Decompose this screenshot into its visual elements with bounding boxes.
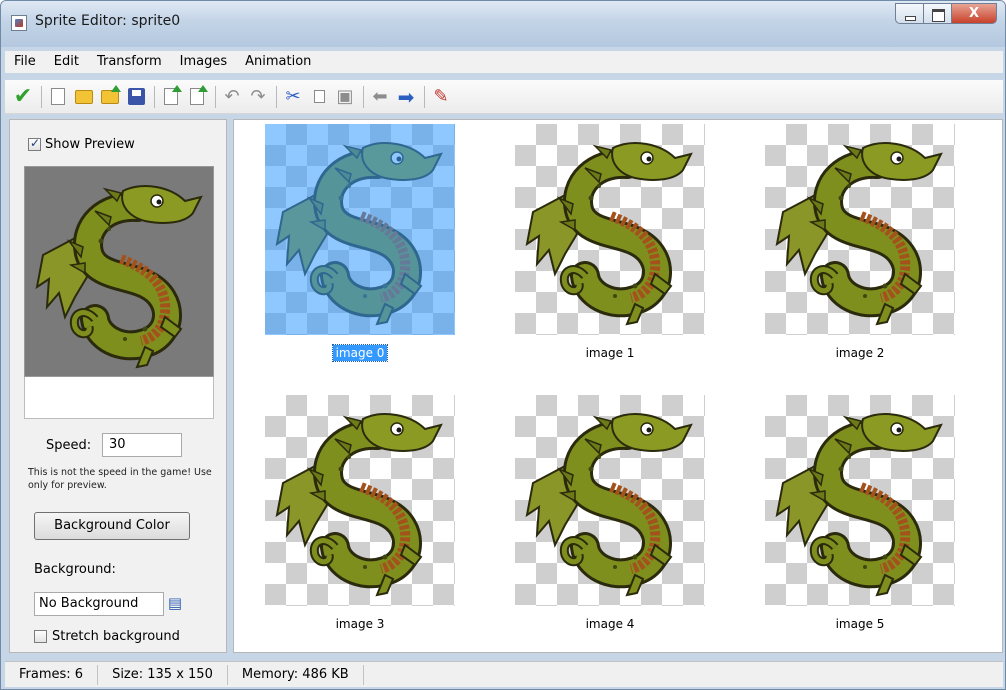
title-bar[interactable]: Sprite Editor: sprite0 X (1, 1, 1005, 47)
menu-images[interactable]: Images (171, 51, 237, 73)
app-icon (11, 15, 27, 31)
image-grid: image 0 image 1 image 2 image 3 image 4 (233, 119, 1003, 653)
image-label[interactable]: image 3 (265, 617, 455, 631)
speed-note: This is not the speed in the game! Use o… (28, 467, 212, 491)
image-cell-0[interactable]: image 0 (265, 124, 455, 362)
new-icon[interactable] (46, 85, 70, 109)
close-button[interactable]: X (951, 3, 997, 24)
image-cell-2[interactable]: image 2 (765, 124, 955, 360)
toolbar-separator (41, 85, 42, 108)
image-thumbnail[interactable] (765, 124, 955, 335)
image-label[interactable]: image 2 (765, 346, 955, 360)
background-picker-icon[interactable]: ▤ (166, 594, 184, 614)
open-add-icon[interactable] (98, 84, 122, 109)
image-label[interactable]: image 4 (515, 617, 705, 631)
image-size: Size: 135 x 150 (98, 664, 228, 685)
show-preview-checkbox[interactable] (28, 136, 41, 151)
preview-scroll-area[interactable] (24, 377, 214, 419)
sprite-editor-window: Sprite Editor: sprite0 X File Edit Trans… (0, 0, 1006, 690)
import-icon[interactable] (159, 84, 183, 109)
background-color-button[interactable]: Background Color (34, 512, 190, 540)
memory-usage: Memory: 486 KB (228, 664, 364, 685)
menu-transform[interactable]: Transform (88, 51, 171, 73)
menu-file[interactable]: File (5, 51, 45, 73)
background-field[interactable]: No Background (34, 592, 164, 616)
window-title: Sprite Editor: sprite0 (35, 13, 181, 29)
image-cell-1[interactable]: image 1 (515, 124, 705, 360)
redo-icon[interactable]: ↷ (246, 85, 270, 109)
open-icon[interactable] (72, 85, 96, 109)
toolbar-separator (215, 85, 216, 108)
image-cell-4[interactable]: image 4 (515, 395, 705, 631)
stretch-background-checkbox[interactable] (34, 630, 47, 643)
toolbar-separator (424, 85, 425, 108)
status-bar: Frames: 6 Size: 135 x 150 Memory: 486 KB (5, 661, 1003, 687)
background-label: Background: (34, 562, 116, 577)
paste-icon[interactable]: ▣ (333, 85, 357, 109)
image-label[interactable]: image 5 (765, 617, 955, 631)
minimize-button[interactable] (895, 3, 923, 24)
dragon-sprite (765, 395, 955, 606)
speed-input[interactable]: 30 (102, 433, 182, 457)
menu-animation[interactable]: Animation (236, 51, 320, 73)
image-label[interactable]: image 0 (265, 344, 455, 362)
edit-pencil-icon[interactable]: ✎ (429, 85, 453, 109)
stretch-background-label: Stretch background (52, 629, 180, 644)
window-controls: X (895, 3, 997, 25)
image-thumbnail[interactable] (265, 395, 455, 606)
save-icon[interactable] (124, 85, 148, 109)
dragon-sprite (265, 395, 455, 606)
show-preview-label: Show Preview (45, 137, 135, 152)
dragon-sprite (515, 124, 705, 335)
speed-label: Speed: (46, 438, 92, 453)
image-thumbnail[interactable] (265, 124, 455, 335)
toolbar-separator (154, 85, 155, 108)
cut-icon[interactable]: ✂ (281, 85, 305, 109)
toolbar-separator (276, 85, 277, 108)
dragon-sprite (515, 395, 705, 606)
maximize-button[interactable] (923, 3, 951, 24)
undo-icon[interactable]: ↶ (220, 85, 244, 109)
toolbar-separator (363, 85, 364, 108)
stretch-background-toggle[interactable]: Stretch background (34, 629, 180, 644)
menu-edit[interactable]: Edit (45, 51, 88, 73)
image-thumbnail[interactable] (515, 124, 705, 335)
image-thumbnail[interactable] (515, 395, 705, 606)
menu-bar: File Edit Transform Images Animation (5, 51, 1003, 73)
ok-icon[interactable]: ✔ (11, 85, 35, 109)
frames-count: Frames: 6 (5, 664, 99, 685)
copy-icon[interactable] (307, 85, 331, 109)
export-icon[interactable] (185, 84, 209, 109)
preview-panel: Show Preview Speed: 30 This is not the s… (9, 119, 227, 653)
animation-preview (24, 166, 214, 377)
dragon-sprite (765, 124, 955, 335)
image-cell-5[interactable]: image 5 (765, 395, 955, 631)
image-cell-3[interactable]: image 3 (265, 395, 455, 631)
show-preview-toggle[interactable]: Show Preview (28, 136, 135, 152)
dragon-sprite (265, 124, 455, 335)
image-thumbnail[interactable] (765, 395, 955, 606)
move-right-icon[interactable]: ➡ (394, 85, 418, 109)
image-label[interactable]: image 1 (515, 346, 705, 360)
move-left-icon[interactable]: ⬅ (368, 85, 392, 109)
dragon-sprite-preview (25, 167, 214, 377)
toolbar: ✔ ↶ ↷ ✂ ▣ ⬅ ➡ ✎ (5, 80, 1003, 114)
